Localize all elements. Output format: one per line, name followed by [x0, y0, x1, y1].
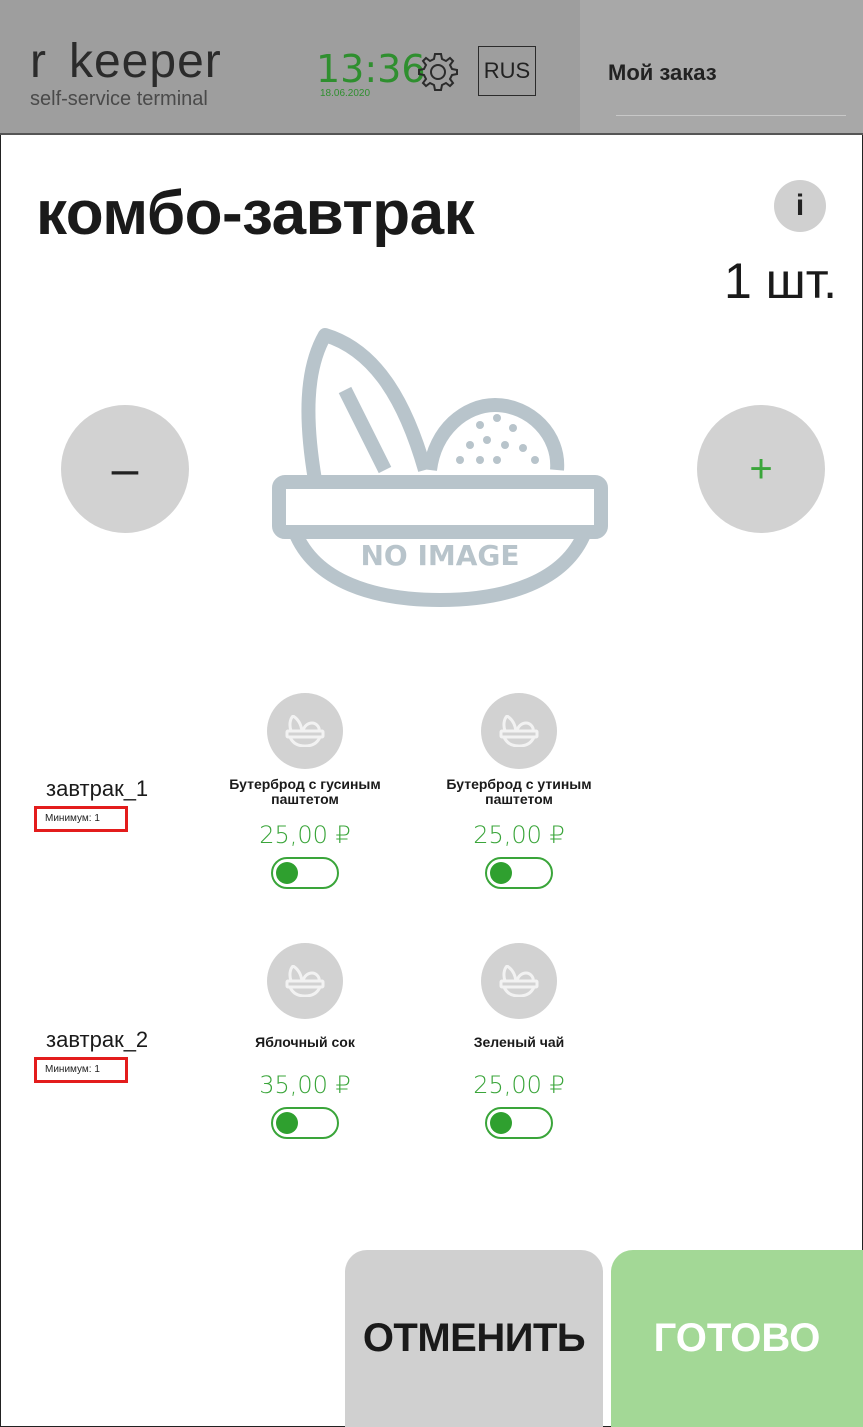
- brand-keeper: keeper: [68, 35, 222, 88]
- my-order-title: Мой заказ: [608, 60, 717, 85]
- option-price: 35,00 ₽: [259, 1071, 351, 1099]
- option-price: 25,00 ₽: [259, 821, 351, 849]
- group-minimum-breakfast-2: Минимум: 1: [34, 1057, 128, 1083]
- gear-icon[interactable]: [416, 50, 460, 94]
- option-card[interactable]: Зеленый чай 25,00 ₽: [419, 943, 619, 1139]
- option-name: Яблочный сок: [255, 1034, 355, 1050]
- info-button[interactable]: i: [774, 180, 826, 232]
- brand-r: r: [30, 35, 47, 88]
- option-thumbnail: [481, 943, 557, 1019]
- language-button[interactable]: RUS: [478, 46, 536, 96]
- toggle-knob: [276, 1112, 298, 1134]
- food-bowl-icon: [499, 965, 539, 997]
- food-bowl-icon: [285, 965, 325, 997]
- my-order-panel[interactable]: Мой заказ: [580, 0, 863, 133]
- group-label-breakfast-1: завтрак_1: [46, 776, 149, 801]
- option-card[interactable]: Бутерброд с гусиным паштетом 25,00 ₽: [205, 693, 405, 889]
- brand-logo: r keeper self-service terminal: [30, 38, 222, 111]
- option-price: 25,00 ₽: [473, 1071, 565, 1099]
- cancel-button[interactable]: ОТМЕНИТЬ: [345, 1250, 603, 1427]
- no-image-placeholder-icon: NO IMAGE: [272, 328, 608, 608]
- decrease-quantity-button[interactable]: –: [61, 405, 189, 533]
- option-toggle[interactable]: [271, 857, 339, 889]
- option-thumbnail: [481, 693, 557, 769]
- option-card[interactable]: Яблочный сок 35,00 ₽: [205, 943, 405, 1139]
- option-thumbnail: [267, 693, 343, 769]
- toggle-knob: [276, 862, 298, 884]
- order-divider: [616, 115, 846, 116]
- clock: 13:36 18.06.2020: [316, 50, 426, 99]
- brand-subtitle: self-service terminal: [30, 88, 208, 110]
- done-button[interactable]: ГОТОВО: [611, 1250, 863, 1427]
- no-image-text: NO IMAGE: [360, 539, 519, 572]
- option-price: 25,00 ₽: [473, 821, 565, 849]
- option-name: Бутерброд с гусиным паштетом: [229, 776, 381, 807]
- toggle-knob: [490, 1112, 512, 1134]
- product-title: комбо-завтрак: [36, 179, 475, 248]
- increase-quantity-button[interactable]: +: [697, 405, 825, 533]
- clock-time: 13:36: [316, 47, 426, 91]
- option-name: Бутерброд с утиным паштетом: [446, 776, 592, 807]
- option-toggle[interactable]: [485, 1107, 553, 1139]
- option-name: Зеленый чай: [473, 1034, 565, 1050]
- option-thumbnail: [267, 943, 343, 1019]
- toggle-knob: [490, 862, 512, 884]
- option-toggle[interactable]: [271, 1107, 339, 1139]
- group-label-breakfast-2: завтрак_2: [46, 1027, 149, 1052]
- quantity-display: 1 шт.: [723, 253, 837, 309]
- food-bowl-icon: [285, 715, 325, 747]
- option-card[interactable]: Бутерброд с утиным паштетом 25,00 ₽: [419, 693, 619, 889]
- food-bowl-icon: [499, 715, 539, 747]
- group-minimum-breakfast-1: Минимум: 1: [34, 806, 128, 832]
- option-toggle[interactable]: [485, 857, 553, 889]
- top-bar: r keeper self-service terminal 13:36 18.0…: [0, 0, 863, 135]
